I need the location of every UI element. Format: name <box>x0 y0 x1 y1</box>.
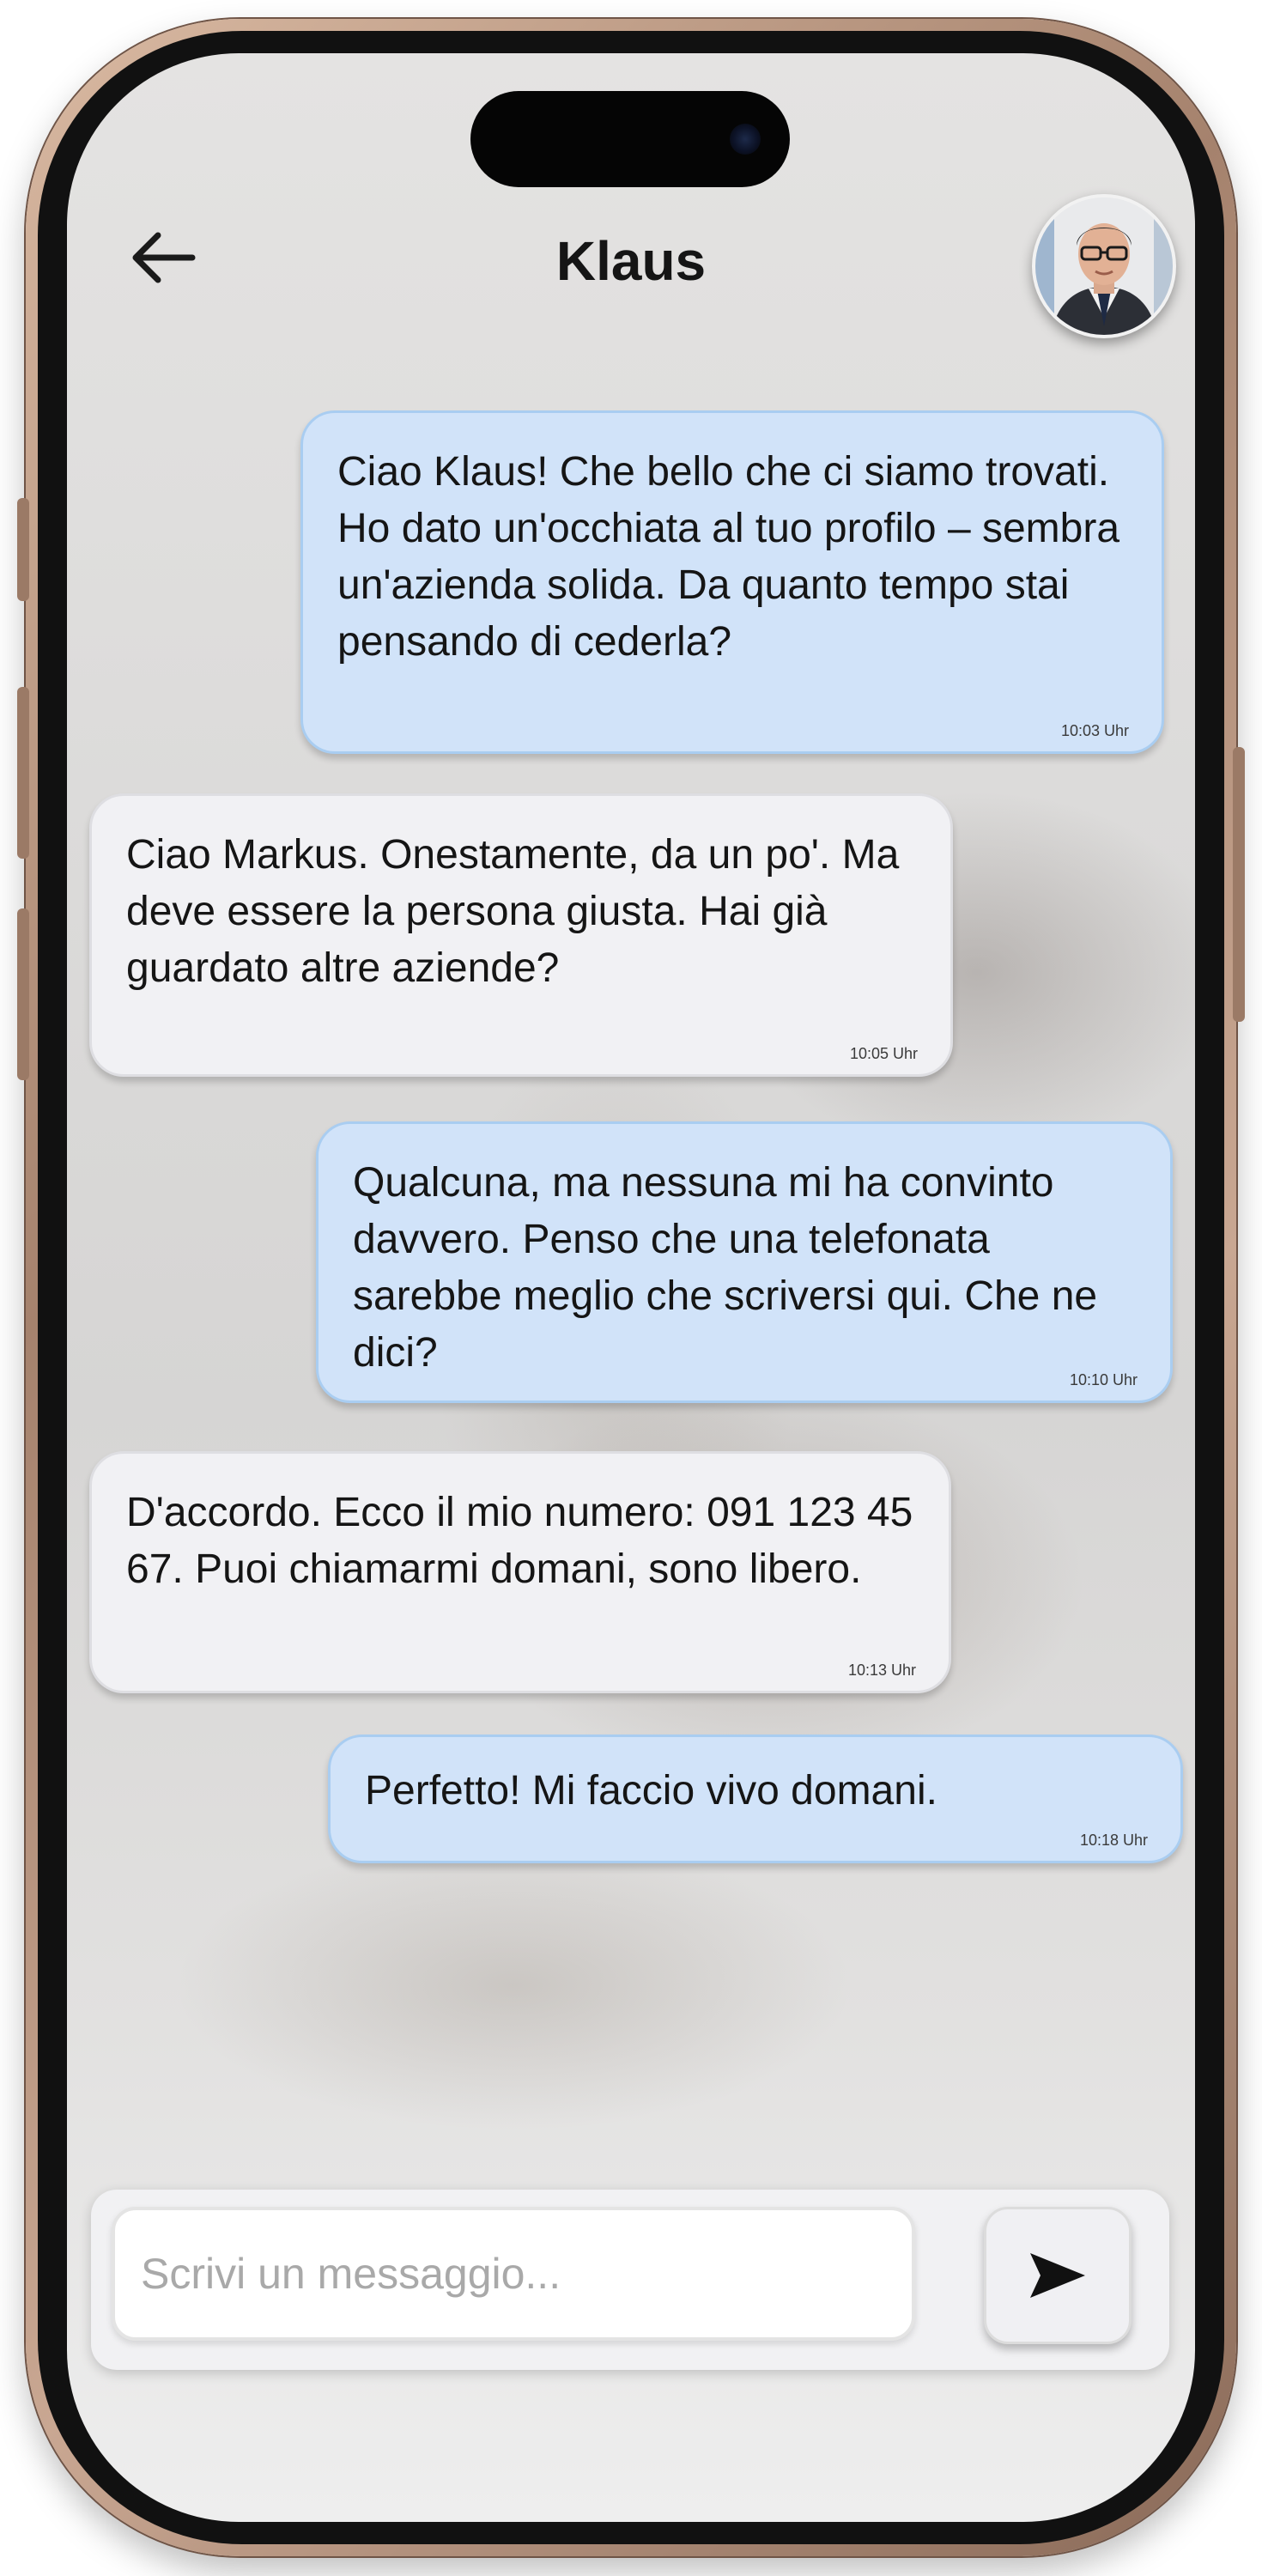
message-timestamp: 10:13 Uhr <box>847 1662 916 1679</box>
message-bubble-received[interactable]: D'accordo. Ecco il mio numero: 091 123 4… <box>89 1451 951 1693</box>
dynamic-island <box>470 91 790 187</box>
message-bubble-sent[interactable]: Perfetto! Mi faccio vivo domani. 10:18 U… <box>328 1735 1183 1863</box>
home-indicator <box>488 2466 774 2476</box>
back-button[interactable] <box>127 222 199 294</box>
arrow-left-icon <box>132 232 196 283</box>
message-bubble-sent[interactable]: Qualcuna, ma nessuna mi ha convinto davv… <box>316 1121 1173 1403</box>
message-bubble-sent[interactable]: Ciao Klaus! Che bello che ci siamo trova… <box>300 410 1164 754</box>
message-timestamp: 10:10 Uhr <box>1069 1371 1138 1388</box>
front-camera-icon <box>730 124 761 155</box>
chat-screen: Klaus Ciao Klaus! Che bello che ci siamo… <box>67 53 1195 2522</box>
volume-up-button <box>17 687 29 859</box>
message-bubble-received[interactable]: Ciao Markus. Onestamente, da un po'. Ma … <box>89 793 953 1077</box>
send-button[interactable] <box>984 2207 1132 2344</box>
message-input[interactable] <box>112 2207 915 2341</box>
message-timestamp: 10:05 Uhr <box>849 1045 918 1062</box>
message-timestamp: 10:03 Uhr <box>1060 722 1129 739</box>
avatar-portrait <box>1035 197 1173 335</box>
message-composer <box>91 2190 1169 2370</box>
message-text: Perfetto! Mi faccio vivo domani. <box>365 1768 937 1814</box>
contact-name: Klaus <box>555 230 707 292</box>
message-text: Qualcuna, ma nessuna mi ha convinto davv… <box>353 1160 1098 1376</box>
message-text: Ciao Markus. Onestamente, da un po'. Ma … <box>126 832 900 991</box>
contact-avatar[interactable] <box>1032 194 1176 338</box>
action-button <box>17 498 29 601</box>
message-text: D'accordo. Ecco il mio numero: 091 123 4… <box>126 1490 913 1592</box>
send-icon <box>1030 2253 1085 2298</box>
message-text: Ciao Klaus! Che bello che ci siamo trova… <box>337 449 1120 665</box>
volume-down-button <box>17 908 29 1080</box>
power-button <box>1233 747 1245 1022</box>
message-timestamp: 10:18 Uhr <box>1079 1832 1148 1849</box>
